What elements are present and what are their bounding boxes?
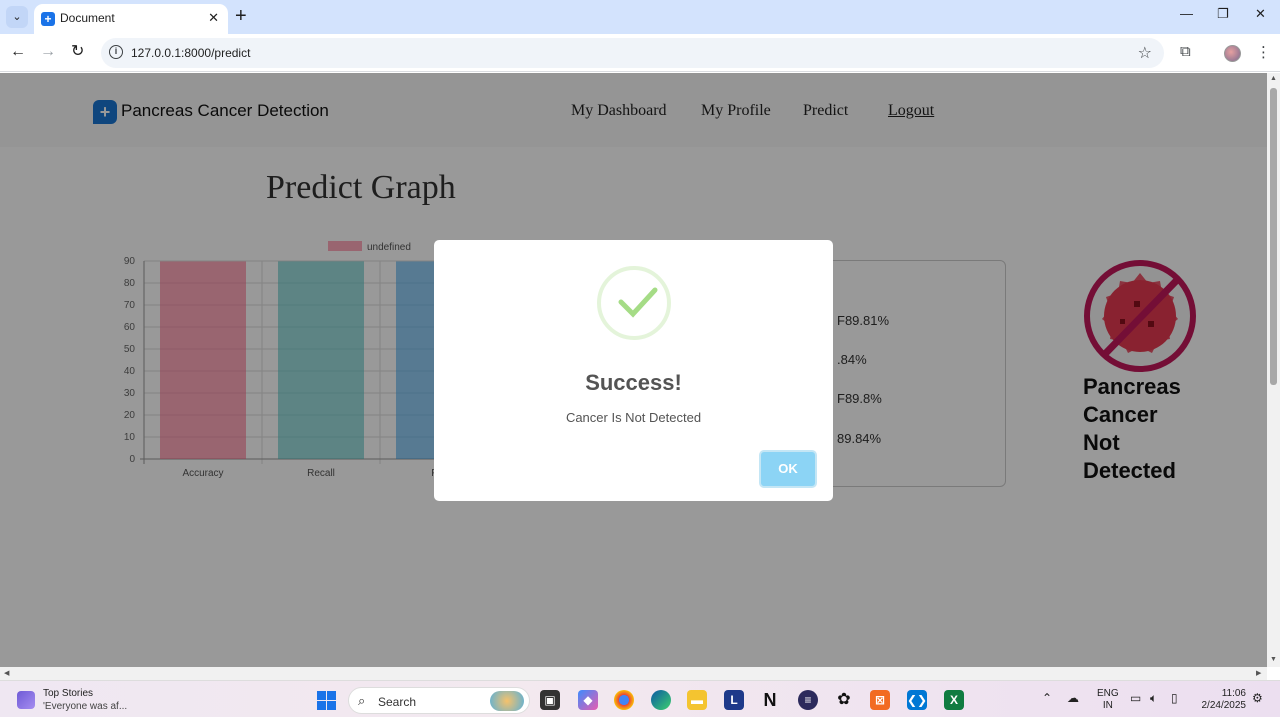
lang-bottom: IN [1102, 700, 1113, 711]
notion-icon[interactable]: N [760, 690, 780, 710]
search-label: Search [378, 695, 417, 709]
profile-avatar[interactable] [1224, 45, 1241, 62]
language-indicator[interactable]: ENG IN [1097, 688, 1119, 712]
tab-favicon-icon: + [41, 12, 55, 26]
app-l-icon[interactable]: L [724, 690, 744, 710]
tab-search-icon[interactable]: ⌄ [6, 6, 28, 28]
horizontal-scrollbar[interactable]: ◀ ▶ [0, 667, 1267, 680]
copilot-icon[interactable]: ◆ [578, 690, 598, 710]
network-icon[interactable]: ▭ [1130, 691, 1141, 705]
ok-button[interactable]: OK [759, 450, 817, 488]
page-content: + Pancreas Cancer Detection My Dashboard… [0, 73, 1267, 667]
excel-icon[interactable]: X [944, 690, 964, 710]
tab-close-icon[interactable]: ✕ [208, 10, 219, 26]
address-url[interactable]: 127.0.0.1:8000/predict [131, 46, 250, 60]
tab-title: Document [60, 11, 115, 25]
browser-tab-bar: ⌄ + Document ✕ + — ❐ ✕ [0, 0, 1280, 34]
maximize-icon[interactable]: ❐ [1217, 6, 1229, 22]
browser-tab[interactable]: + Document ✕ [34, 4, 228, 34]
browser-menu-icon[interactable]: ⋮ [1256, 43, 1271, 61]
scroll-down-icon[interactable]: ▼ [1270, 656, 1277, 663]
news-subtitle[interactable]: 'Everyone was af... [43, 701, 127, 712]
modal-title: Success! [585, 370, 682, 395]
browser-toolbar: ← → ↻ i 127.0.0.1:8000/predict ☆ ⧉ ⋮ [0, 34, 1280, 72]
taskbar-search[interactable]: ⌕ Search [348, 687, 530, 714]
search-highlight-icon [490, 691, 524, 711]
windows-taskbar: Top Stories 'Everyone was af... ⌕ Search… [0, 680, 1280, 717]
chatgpt-icon[interactable]: ✿ [834, 690, 854, 710]
clock-time: 11:06 [1221, 688, 1246, 699]
news-title[interactable]: Top Stories [43, 688, 93, 699]
back-icon[interactable]: ← [10, 42, 26, 62]
new-tab-icon[interactable]: + [235, 5, 247, 27]
windows-start-icon[interactable] [317, 691, 336, 710]
volume-icon[interactable]: 🔈︎ [1150, 691, 1157, 706]
system-clock[interactable]: 11:06 2/24/2025 [1196, 688, 1247, 712]
eclipse-icon[interactable]: ≡ [798, 690, 818, 710]
task-view-icon[interactable]: ▣ [540, 690, 560, 710]
vscode-icon[interactable]: ❮❯ [907, 690, 927, 710]
address-bar[interactable]: i 127.0.0.1:8000/predict ☆ [101, 38, 1164, 68]
notification-icon[interactable]: ⚙ [1252, 691, 1263, 705]
vertical-scrollbar[interactable]: ▲ ▼ [1267, 73, 1280, 667]
news-widget-icon[interactable] [17, 691, 35, 709]
success-check-icon [597, 266, 671, 340]
search-icon: ⌕ [358, 693, 366, 708]
window-close-icon[interactable]: ✕ [1255, 6, 1266, 22]
battery-icon[interactable]: ▯ [1171, 691, 1178, 705]
reload-icon[interactable]: ↻ [71, 42, 84, 62]
site-info-icon[interactable]: i [109, 45, 123, 59]
minimize-icon[interactable]: — [1180, 6, 1193, 21]
chrome-icon[interactable] [614, 690, 634, 710]
onedrive-icon[interactable]: ☁ [1067, 691, 1079, 705]
edge-icon[interactable] [651, 690, 671, 710]
file-explorer-icon[interactable]: ▬ [687, 690, 707, 710]
bookmark-star-icon[interactable]: ☆ [1138, 43, 1152, 63]
scroll-left-icon[interactable]: ◀ [4, 669, 9, 677]
scroll-up-icon[interactable]: ▲ [1270, 75, 1277, 82]
extensions-icon[interactable]: ⧉ [1180, 43, 1191, 60]
tray-overflow-icon[interactable]: ⌃ [1042, 691, 1052, 705]
modal-message: Cancer Is Not Detected [565, 410, 702, 425]
scroll-right-icon[interactable]: ▶ [1256, 669, 1261, 677]
xampp-icon[interactable]: ⊠ [870, 690, 890, 710]
success-modal: Success! Cancer Is Not Detected OK [434, 240, 833, 501]
scrollbar-thumb[interactable] [1270, 88, 1277, 385]
forward-icon[interactable]: → [40, 42, 56, 62]
lang-top: ENG [1097, 688, 1119, 699]
clock-date: 2/24/2025 [1201, 700, 1247, 711]
